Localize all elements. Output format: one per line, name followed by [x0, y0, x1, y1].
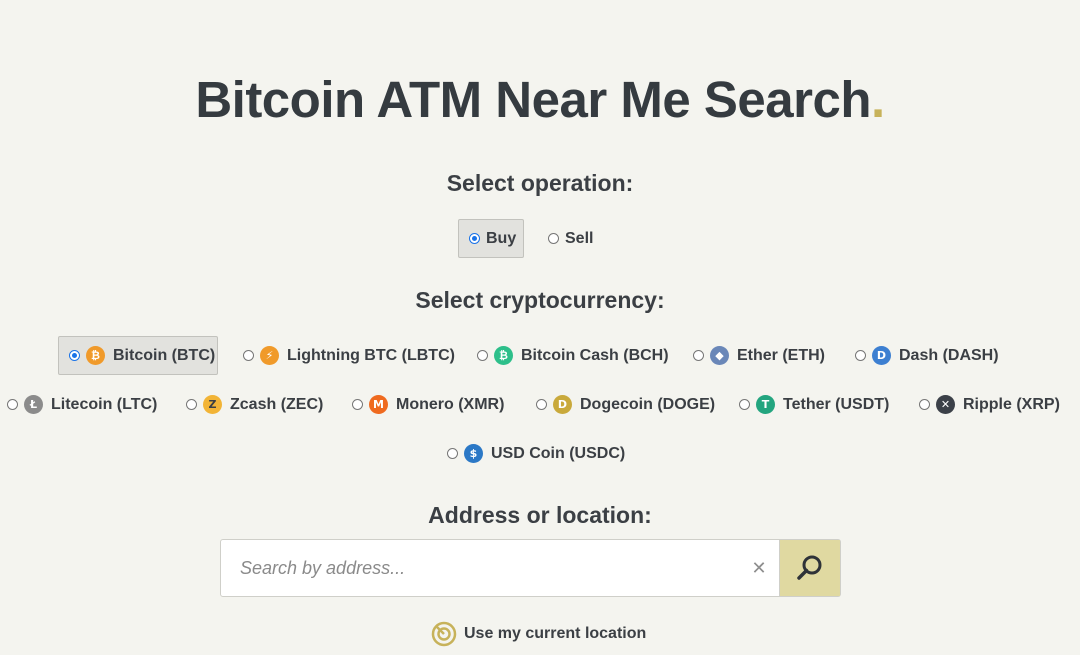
- crypto-option-label: Monero (XMR): [396, 395, 505, 413]
- bch-radio[interactable]: [477, 350, 488, 361]
- zcash-icon: Z: [203, 395, 222, 414]
- crypto-label: Select cryptocurrency:: [415, 287, 665, 313]
- sell-radio[interactable]: [548, 233, 559, 244]
- litecoin-icon: Ł: [24, 395, 43, 414]
- dogecoin-icon: D: [553, 395, 572, 414]
- page-title-text: Bitcoin ATM Near Me Search: [195, 71, 871, 128]
- crypto-option-label: Ether (ETH): [737, 346, 825, 364]
- use-current-location-link[interactable]: Use my current location: [431, 621, 646, 647]
- close-icon: ✕: [751, 557, 767, 579]
- crypto-option-usdc[interactable]: $ USD Coin (USDC): [447, 434, 625, 473]
- crypto-option-label: Bitcoin Cash (BCH): [521, 346, 669, 364]
- dash-radio[interactable]: [855, 350, 866, 361]
- doge-radio[interactable]: [536, 399, 547, 410]
- usdc-icon: $: [464, 444, 483, 463]
- crypto-option-bch[interactable]: ₿ Bitcoin Cash (BCH): [477, 336, 669, 375]
- usdt-radio[interactable]: [739, 399, 750, 410]
- crypto-option-label: Zcash (ZEC): [230, 395, 324, 413]
- operation-option-sell[interactable]: Sell: [548, 219, 593, 258]
- xmr-radio[interactable]: [352, 399, 363, 410]
- crypto-option-zec[interactable]: Z Zcash (ZEC): [186, 385, 323, 424]
- crypto-option-doge[interactable]: D Dogecoin (DOGE): [536, 385, 715, 424]
- clear-search-button[interactable]: ✕: [739, 540, 779, 596]
- crypto-option-usdt[interactable]: T Tether (USDT): [739, 385, 889, 424]
- address-label: Address or location:: [428, 502, 652, 528]
- operation-option-label: Buy: [486, 229, 517, 247]
- crypto-option-label: Lightning BTC (LBTC): [287, 346, 455, 364]
- operation-option-label: Sell: [565, 229, 594, 247]
- use-current-location-label: Use my current location: [464, 625, 647, 642]
- crypto-option-label: Dash (DASH): [899, 346, 999, 364]
- search-button[interactable]: [779, 540, 840, 596]
- zec-radio[interactable]: [186, 399, 197, 410]
- buy-radio[interactable]: [469, 233, 480, 244]
- usdc-radio[interactable]: [447, 448, 458, 459]
- location-target-icon: [431, 621, 457, 647]
- ltc-radio[interactable]: [7, 399, 18, 410]
- dash-icon: D: [872, 346, 891, 365]
- title-dot: .: [870, 71, 885, 128]
- bitcoin-icon: ₿: [86, 346, 105, 365]
- eth-radio[interactable]: [693, 350, 704, 361]
- crypto-option-label: Dogecoin (DOGE): [580, 395, 716, 413]
- monero-icon: M: [369, 395, 388, 414]
- address-search-input[interactable]: [221, 540, 739, 596]
- operation-label: Select operation:: [446, 170, 634, 196]
- address-search-box: ✕: [220, 539, 841, 597]
- btc-radio[interactable]: [69, 350, 80, 361]
- crypto-option-btc[interactable]: ₿ Bitcoin (BTC): [58, 336, 218, 375]
- crypto-option-xrp[interactable]: ✕ Ripple (XRP): [919, 385, 1060, 424]
- lbtc-radio[interactable]: [243, 350, 254, 361]
- crypto-option-label: Tether (USDT): [783, 395, 890, 413]
- crypto-option-dash[interactable]: D Dash (DASH): [855, 336, 999, 375]
- lightning-icon: ⚡: [260, 346, 279, 365]
- ripple-icon: ✕: [936, 395, 955, 414]
- crypto-option-label: USD Coin (USDC): [491, 444, 626, 462]
- crypto-option-label: Ripple (XRP): [963, 395, 1060, 413]
- crypto-option-ltc[interactable]: Ł Litecoin (LTC): [7, 385, 157, 424]
- operation-option-buy[interactable]: Buy: [458, 219, 524, 258]
- bitcoin-cash-icon: ₿: [494, 346, 513, 365]
- crypto-option-xmr[interactable]: M Monero (XMR): [352, 385, 504, 424]
- crypto-option-eth[interactable]: ◆ Ether (ETH): [693, 336, 825, 375]
- crypto-option-lbtc[interactable]: ⚡ Lightning BTC (LBTC): [243, 336, 455, 375]
- crypto-option-label: Bitcoin (BTC): [113, 346, 216, 364]
- ether-icon: ◆: [710, 346, 729, 365]
- search-icon: [797, 555, 822, 580]
- tether-icon: T: [756, 395, 775, 414]
- xrp-radio[interactable]: [919, 399, 930, 410]
- crypto-option-label: Litecoin (LTC): [51, 395, 158, 413]
- page-title: Bitcoin ATM Near Me Search.: [0, 70, 1080, 129]
